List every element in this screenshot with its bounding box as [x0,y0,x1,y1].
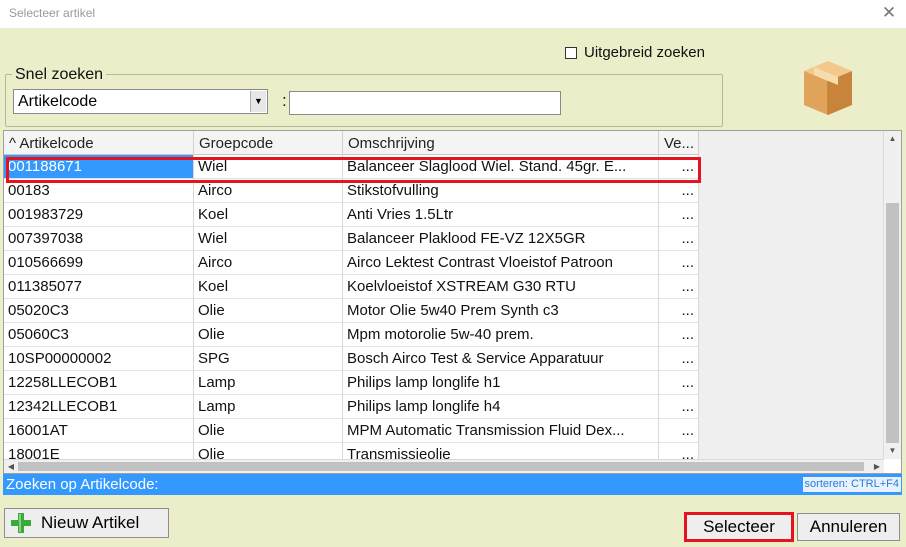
grid-empty-area [699,131,884,461]
window-title: Selecteer artikel [9,6,96,20]
selected-row-highlight [6,157,701,183]
search-field-select[interactable]: Artikelcode ▼ [13,89,268,114]
cell-ve[interactable]: ... [659,299,699,323]
status-text: Zoeken op Artikelcode: [6,476,159,493]
uitgebreid-zoeken-option[interactable]: Uitgebreid zoeken [565,44,705,61]
cell-groepcode: Olie [194,299,343,323]
column-header-groepcode[interactable]: Groepcode [194,131,343,155]
cell-omschrijving: Airco Lektest Contrast Vloeistof Patroon [343,251,659,275]
cell-groepcode: Wiel [194,227,343,251]
search-input[interactable] [289,91,561,115]
quick-search-group: Snel zoeken Artikelcode ▼ : [5,66,723,127]
cell-artikelcode: 001983729 [4,203,194,227]
cell-groepcode: Lamp [194,395,343,419]
table-row[interactable]: 007397038 Wiel Balanceer Plaklood FE-VZ 12… [4,227,699,251]
package-icon [804,61,852,115]
cell-ve[interactable]: ... [659,203,699,227]
cell-artikelcode: 011385077 [4,275,194,299]
cell-groepcode: Airco [194,251,343,275]
select-button[interactable]: Selecteer [684,512,794,542]
cell-ve[interactable]: ... [659,371,699,395]
cell-groepcode: Koel [194,203,343,227]
title-bar: Selecteer artikel ✕ [0,0,906,28]
cell-omschrijving: Bosch Airco Test & Service Apparatuur [343,347,659,371]
cell-groepcode: Olie [194,419,343,443]
column-header-artikelcode[interactable]: ^ Artikelcode [4,131,194,155]
table-row[interactable]: 16001AT Olie MPM Automatic Transmission Fl… [4,419,699,443]
articles-grid: ^ Artikelcode Groepcode Omschrijving Ve.… [3,130,902,474]
cell-ve[interactable]: ... [659,275,699,299]
cell-omschrijving: MPM Automatic Transmission Fluid Dex... [343,419,659,443]
grid-rows: 001188671 Wiel Balanceer Slaglood Wiel. St… [4,155,699,467]
new-article-label: Nieuw Artikel [41,513,140,532]
cell-ve[interactable]: ... [659,227,699,251]
status-bar: Zoeken op Artikelcode: sorteren: CTRL+F4 [3,474,902,495]
cell-omschrijving: Balanceer Plaklood FE-VZ 12X5GR [343,227,659,251]
horizontal-scrollbar[interactable]: ◀ ▶ [4,459,884,473]
cell-artikelcode: 007397038 [4,227,194,251]
cell-ve[interactable]: ... [659,323,699,347]
search-separator: : [282,91,287,110]
cell-omschrijving: Philips lamp longlife h4 [343,395,659,419]
cancel-button[interactable]: Annuleren [797,513,900,541]
scroll-right-icon[interactable]: ▶ [870,460,884,473]
table-row[interactable]: 05020C3 Olie Motor Olie 5w40 Prem Synth c3… [4,299,699,323]
cell-omschrijving: Anti Vries 1.5Ltr [343,203,659,227]
scroll-left-icon[interactable]: ◀ [4,460,18,473]
cell-ve[interactable]: ... [659,419,699,443]
cell-artikelcode: 10SP00000002 [4,347,194,371]
cell-artikelcode: 12258LLECOB1 [4,371,194,395]
cell-omschrijving: Motor Olie 5w40 Prem Synth c3 [343,299,659,323]
cell-groepcode: Koel [194,275,343,299]
close-icon[interactable]: ✕ [879,3,899,23]
plus-icon [11,513,31,533]
cell-artikelcode: 010566699 [4,251,194,275]
uitgebreid-zoeken-label: Uitgebreid zoeken [584,44,705,61]
table-row[interactable]: 011385077 Koel Koelvloeistof XSTREAM G30 R… [4,275,699,299]
scroll-up-icon[interactable]: ▲ [884,131,901,147]
search-field-value: Artikelcode [18,93,98,110]
table-row[interactable]: 12342LLECOB1 Lamp Philips lamp longlife h4… [4,395,699,419]
cell-ve[interactable]: ... [659,395,699,419]
table-row[interactable]: 10SP00000002 SPG Bosch Airco Test & Servic… [4,347,699,371]
cell-ve[interactable]: ... [659,251,699,275]
cell-artikelcode: 05060C3 [4,323,194,347]
scroll-down-icon[interactable]: ▼ [884,443,901,459]
chevron-down-icon[interactable]: ▼ [250,91,266,112]
vertical-scroll-thumb[interactable] [886,203,899,443]
uitgebreid-zoeken-checkbox[interactable] [565,46,577,59]
cell-groepcode: Lamp [194,371,343,395]
new-article-button[interactable]: Nieuw Artikel [4,508,169,538]
cell-artikelcode: 16001AT [4,419,194,443]
cell-artikelcode: 12342LLECOB1 [4,395,194,419]
quick-search-legend: Snel zoeken [12,66,107,84]
cell-groepcode: Olie [194,323,343,347]
cell-ve[interactable]: ... [659,347,699,371]
cell-artikelcode: 05020C3 [4,299,194,323]
vertical-scrollbar[interactable]: ▲ ▼ [883,131,901,459]
sort-hint: sorteren: CTRL+F4 [802,477,901,492]
cell-groepcode: SPG [194,347,343,371]
cell-omschrijving: Koelvloeistof XSTREAM G30 RTU [343,275,659,299]
cell-omschrijving: Philips lamp longlife h1 [343,371,659,395]
grid-header: ^ Artikelcode Groepcode Omschrijving Ve.… [4,131,699,155]
cell-omschrijving: Mpm motorolie 5w-40 prem. [343,323,659,347]
column-header-omschrijving[interactable]: Omschrijving [343,131,659,155]
horizontal-scroll-thumb[interactable] [18,462,864,471]
table-row[interactable]: 05060C3 Olie Mpm motorolie 5w-40 prem.... [4,323,699,347]
table-row[interactable]: 010566699 Airco Airco Lektest Contrast Vlo… [4,251,699,275]
table-row[interactable]: 001983729 Koel Anti Vries 1.5Ltr... [4,203,699,227]
table-row[interactable]: 12258LLECOB1 Lamp Philips lamp longlife h1… [4,371,699,395]
column-header-ve[interactable]: Ve... [659,131,699,155]
